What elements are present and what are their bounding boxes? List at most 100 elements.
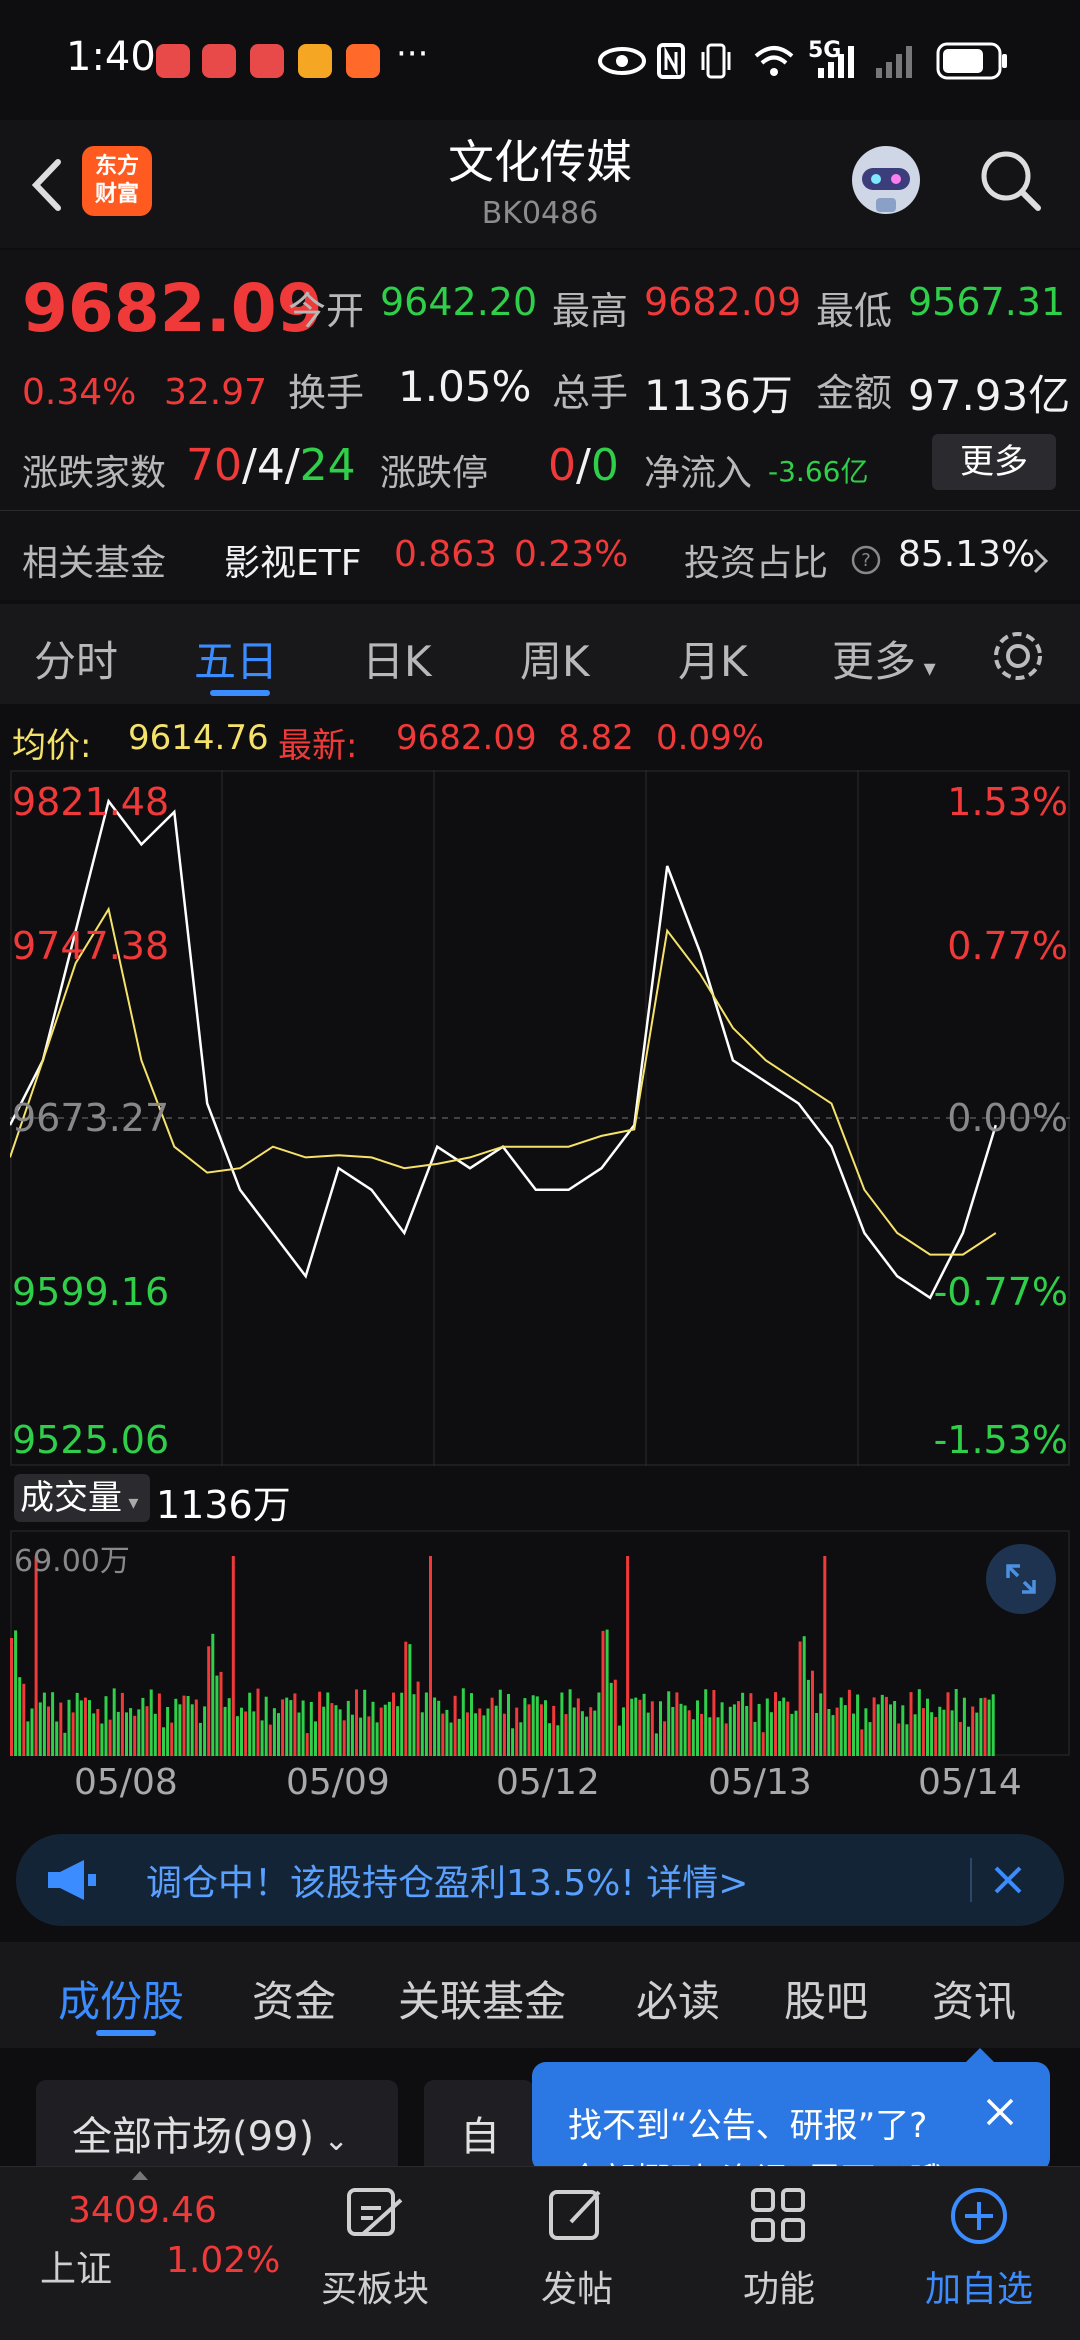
low-value: 9567.31 [908, 280, 1066, 324]
volume-bar [572, 1707, 576, 1756]
search-icon[interactable] [976, 146, 1046, 216]
settings-gear-icon[interactable] [990, 628, 1046, 684]
index-change[interactable]: 1.02% [166, 2240, 280, 2281]
eye-icon [598, 47, 646, 75]
tab-forum[interactable]: 股吧 [784, 1968, 868, 2029]
volume-bar [318, 1691, 322, 1756]
fund-name[interactable]: 影视ETF [224, 534, 361, 586]
functions-button[interactable]: 功能 [704, 2168, 854, 2312]
active-tab-indicator [210, 690, 270, 696]
market-filter-dropdown[interactable]: 全部市场(99) ⌄ [36, 2080, 398, 2180]
tab-five-day[interactable]: 五日 [194, 628, 278, 689]
volume-bar [827, 1709, 831, 1756]
tab-must-read[interactable]: 必读 [636, 1968, 720, 2029]
x-tick-0: 05/08 [74, 1762, 178, 1803]
volume-bar [264, 1696, 268, 1756]
more-button[interactable]: 更多 [932, 434, 1056, 490]
volume-bar [474, 1713, 478, 1756]
volume-bar [342, 1720, 346, 1756]
volume-bar [638, 1699, 642, 1756]
index-name[interactable]: 上证 [40, 2240, 112, 2292]
volume-max-label: 69.00万 [14, 1544, 130, 1579]
tab-funds-flow[interactable]: 资金 [252, 1968, 336, 2029]
robot-assistant-icon[interactable] [846, 140, 926, 220]
chevron-right-icon[interactable] [1030, 546, 1052, 576]
volume-bar [392, 1692, 395, 1756]
index-value[interactable]: 3409.46 [68, 2190, 217, 2231]
amount-value: 97.93亿 [908, 371, 1071, 420]
volume-bar [564, 1714, 568, 1756]
volume-bar [659, 1701, 662, 1756]
volume-bar [930, 1712, 934, 1756]
volume-bar [34, 1556, 38, 1756]
volume-bar [556, 1725, 560, 1756]
volume-bar [774, 1692, 777, 1756]
tab-weekly-k[interactable]: 周K [520, 628, 590, 689]
expand-chart-button[interactable] [986, 1544, 1056, 1614]
volume-bar [338, 1709, 342, 1756]
volume-bar [601, 1630, 605, 1756]
promo-text[interactable]: 调仓中！该股持仓盈利13.5%! 详情> [146, 1854, 748, 1906]
volume-bar [22, 1683, 26, 1756]
volume-bar [494, 1705, 498, 1756]
volume-bar [75, 1692, 79, 1756]
volume-indicator-select[interactable]: 成交量 ▾ [14, 1474, 150, 1522]
tab-more[interactable]: 更多 ▾ [832, 628, 936, 689]
volume-bar [268, 1724, 272, 1756]
volume-bar [630, 1698, 634, 1756]
volume-bar [133, 1715, 137, 1756]
limit-label: 涨跌停 [380, 453, 489, 494]
post-button[interactable]: 发帖 [502, 2168, 652, 2312]
favorites-filter[interactable]: 自选 [424, 2080, 534, 2218]
tab-monthly-k[interactable]: 月K [678, 628, 748, 689]
y-tick-right-1: 0.77% [947, 924, 1068, 968]
high-label: 最高 [552, 289, 629, 333]
back-icon[interactable] [22, 150, 72, 220]
volume-bar [153, 1713, 157, 1756]
divider [0, 510, 1080, 511]
volume-bar [490, 1697, 494, 1756]
volume-bar [617, 1725, 621, 1756]
volume-bar [531, 1695, 535, 1756]
volume-bar [129, 1708, 133, 1756]
volume-bar [47, 1706, 50, 1756]
volume-bar [387, 1701, 391, 1756]
tab-intraday[interactable]: 分时 [34, 628, 118, 689]
volume-bar [240, 1707, 243, 1756]
volume-bar [355, 1689, 358, 1756]
average-price-bar: 均价: 9614.76 最新: 9682.09 8.82 0.09% [0, 706, 1080, 768]
volume-bar [716, 1717, 720, 1756]
open-label: 今开 [288, 289, 365, 333]
volume-bar [63, 1732, 67, 1756]
volume-bar [962, 1697, 966, 1756]
y-tick-left-2: 9673.27 [12, 1096, 170, 1140]
grid-icon [751, 2188, 805, 2242]
volume-bar [806, 1679, 810, 1756]
help-icon[interactable]: ? [850, 544, 882, 576]
buy-sector-button[interactable]: 买板块 [300, 2168, 450, 2312]
tab-daily-k[interactable]: 日K [362, 628, 432, 689]
volume-bar [613, 1679, 617, 1756]
tab-related-funds[interactable]: 关联基金 [398, 1968, 566, 2029]
volume-bar [18, 1677, 22, 1756]
volume-bar [88, 1700, 91, 1756]
volume-bar [55, 1721, 59, 1756]
tab-constituents[interactable]: 成份股 [58, 1968, 184, 2029]
volume-bar [983, 1697, 987, 1756]
volume-bar [125, 1712, 128, 1756]
volume-bar [256, 1688, 260, 1756]
add-favorite-button[interactable]: 加自选 [904, 2168, 1054, 2312]
volume-bar [679, 1703, 683, 1756]
volume-bar [852, 1713, 855, 1756]
signal-2-icon [876, 46, 912, 78]
page-title: 文化传媒 [448, 135, 632, 189]
tooltip-close-icon[interactable] [978, 2090, 1022, 2134]
close-icon[interactable] [980, 1852, 1036, 1908]
volume-bar [26, 1721, 30, 1756]
volume-bar [700, 1713, 704, 1756]
volume-bar [252, 1711, 256, 1756]
tab-news[interactable]: 资讯 [932, 1968, 1016, 2029]
volume-bar [950, 1710, 954, 1756]
buy-sector-label: 买板块 [320, 2269, 429, 2310]
post-label: 发帖 [540, 2269, 613, 2310]
